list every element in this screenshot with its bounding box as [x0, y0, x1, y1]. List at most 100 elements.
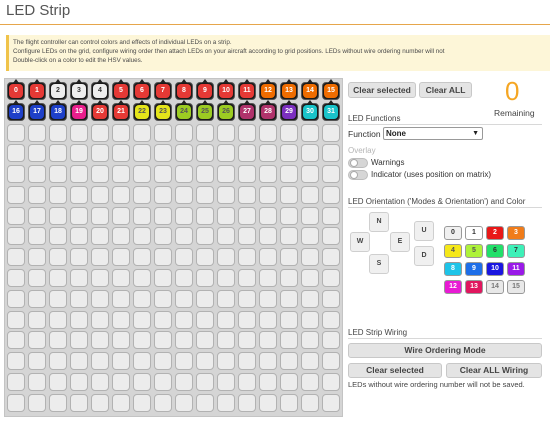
led-cell[interactable]: 30 [301, 99, 319, 121]
grid-cell[interactable] [133, 289, 151, 308]
grid-cell[interactable] [280, 123, 298, 142]
grid-cell[interactable] [217, 289, 235, 308]
grid-cell[interactable] [7, 185, 25, 204]
grid-cell[interactable] [154, 331, 172, 350]
led-cell[interactable]: 15 [322, 79, 340, 100]
grid-cell[interactable] [7, 289, 25, 308]
grid-cell[interactable] [238, 185, 256, 204]
grid-cell[interactable] [70, 206, 88, 225]
grid-cell[interactable] [280, 372, 298, 391]
grid-cell[interactable] [154, 289, 172, 308]
grid-cell[interactable] [7, 352, 25, 371]
grid-cell[interactable] [175, 206, 193, 225]
led-cell[interactable]: 3 [70, 79, 88, 100]
led-cell[interactable]: 7 [154, 79, 172, 100]
grid-cell[interactable] [28, 185, 46, 204]
led-cell[interactable]: 5 [112, 79, 130, 100]
grid-cell[interactable] [322, 165, 340, 184]
grid-cell[interactable] [301, 185, 319, 204]
grid-cell[interactable] [301, 144, 319, 163]
grid-cell[interactable] [91, 269, 109, 288]
grid-cell[interactable] [259, 144, 277, 163]
grid-cell[interactable] [133, 269, 151, 288]
grid-cell[interactable] [238, 310, 256, 329]
grid-cell[interactable] [196, 331, 214, 350]
grid-cell[interactable] [154, 165, 172, 184]
grid-cell[interactable] [133, 310, 151, 329]
grid-cell[interactable] [196, 372, 214, 391]
color-swatch-button[interactable]: 9 [465, 262, 483, 276]
grid-cell[interactable] [259, 331, 277, 350]
grid-cell[interactable] [70, 393, 88, 412]
grid-cell[interactable] [301, 310, 319, 329]
grid-cell[interactable] [112, 289, 130, 308]
grid-cell[interactable] [112, 206, 130, 225]
grid-cell[interactable] [91, 185, 109, 204]
color-swatch-button[interactable]: 5 [465, 244, 483, 258]
led-cell[interactable]: 22 [133, 99, 151, 121]
color-swatch-button[interactable]: 3 [507, 226, 525, 240]
grid-cell[interactable] [217, 227, 235, 246]
grid-cell[interactable] [175, 310, 193, 329]
grid-cell[interactable] [217, 206, 235, 225]
grid-cell[interactable] [301, 165, 319, 184]
grid-cell[interactable] [217, 331, 235, 350]
grid-cell[interactable] [112, 393, 130, 412]
grid-cell[interactable] [49, 372, 67, 391]
grid-cell[interactable] [28, 144, 46, 163]
grid-cell[interactable] [196, 248, 214, 267]
grid-cell[interactable] [238, 269, 256, 288]
grid-cell[interactable] [154, 310, 172, 329]
grid-cell[interactable] [154, 185, 172, 204]
grid-cell[interactable] [28, 269, 46, 288]
grid-cell[interactable] [133, 352, 151, 371]
grid-cell[interactable] [175, 144, 193, 163]
grid-cell[interactable] [322, 352, 340, 371]
grid-cell[interactable] [238, 331, 256, 350]
grid-cell[interactable] [259, 269, 277, 288]
color-swatch-button[interactable]: 0 [444, 226, 462, 240]
grid-cell[interactable] [196, 227, 214, 246]
grid-cell[interactable] [28, 165, 46, 184]
led-cell[interactable]: 23 [154, 99, 172, 121]
grid-cell[interactable] [175, 289, 193, 308]
grid-cell[interactable] [280, 227, 298, 246]
led-cell[interactable]: 20 [91, 99, 109, 121]
grid-cell[interactable] [133, 331, 151, 350]
grid-cell[interactable] [112, 123, 130, 142]
grid-cell[interactable] [49, 269, 67, 288]
color-swatch-button[interactable]: 6 [486, 244, 504, 258]
grid-cell[interactable] [301, 269, 319, 288]
led-cell[interactable]: 10 [217, 79, 235, 100]
grid-cell[interactable] [7, 227, 25, 246]
grid-cell[interactable] [322, 206, 340, 225]
grid-cell[interactable] [70, 123, 88, 142]
led-grid[interactable]: 0 1 2 3 4 5 6 7 8 9 10 11 12 13 14 15 16 17 18 19 20 21 22 23 24… [7, 79, 341, 414]
led-cell[interactable]: 0 [7, 79, 25, 100]
grid-cell[interactable] [28, 310, 46, 329]
grid-cell[interactable] [70, 248, 88, 267]
grid-cell[interactable] [238, 393, 256, 412]
color-swatch-button[interactable]: 12 [444, 280, 462, 294]
grid-cell[interactable] [322, 310, 340, 329]
grid-cell[interactable] [175, 372, 193, 391]
led-cell[interactable]: 18 [49, 99, 67, 121]
grid-cell[interactable] [28, 227, 46, 246]
grid-cell[interactable] [322, 289, 340, 308]
grid-cell[interactable] [259, 310, 277, 329]
grid-cell[interactable] [70, 310, 88, 329]
warnings-toggle[interactable] [348, 158, 368, 168]
grid-cell[interactable] [154, 123, 172, 142]
grid-cell[interactable] [154, 144, 172, 163]
grid-cell[interactable] [70, 331, 88, 350]
grid-cell[interactable] [217, 123, 235, 142]
grid-cell[interactable] [196, 289, 214, 308]
grid-cell[interactable] [238, 372, 256, 391]
grid-cell[interactable] [154, 206, 172, 225]
grid-cell[interactable] [259, 289, 277, 308]
grid-cell[interactable] [133, 227, 151, 246]
grid-cell[interactable] [7, 393, 25, 412]
grid-cell[interactable] [196, 165, 214, 184]
grid-cell[interactable] [238, 123, 256, 142]
led-cell[interactable]: 9 [196, 79, 214, 100]
